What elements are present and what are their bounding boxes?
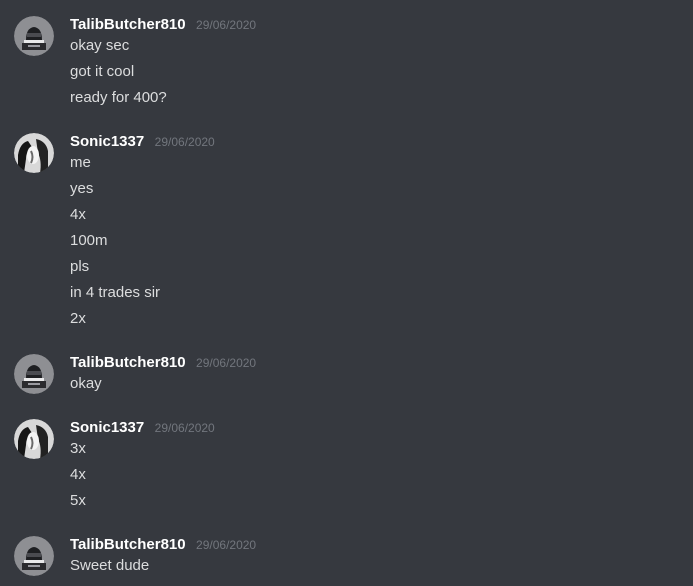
username[interactable]: TalibButcher810 (70, 16, 186, 33)
message-header: Sonic1337 29/06/2020 (70, 133, 215, 153)
message-text: 4x (70, 206, 86, 223)
user-avatar[interactable] (14, 419, 54, 459)
message-text: Sweet dude (70, 557, 150, 574)
timestamp: 29/06/2020 (196, 18, 257, 32)
message-text: 3x (70, 440, 86, 457)
username[interactable]: TalibButcher810 (70, 536, 186, 553)
message-text: pls (70, 258, 90, 275)
message-text: yes (70, 180, 94, 197)
timestamp: 29/06/2020 (196, 538, 257, 552)
message-text: 2x (70, 310, 86, 327)
message-text: in 4 trades sir (70, 284, 161, 301)
helmet-avatar-icon (14, 354, 54, 394)
helmet-avatar-icon (14, 16, 54, 56)
photo-avatar-icon (14, 419, 54, 459)
username[interactable]: Sonic1337 (70, 133, 144, 150)
message-header: TalibButcher810 29/06/2020 (70, 536, 256, 556)
message-header: TalibButcher810 29/06/2020 (70, 354, 256, 374)
username[interactable]: Sonic1337 (70, 419, 144, 436)
message-text: okay sec (70, 37, 130, 54)
timestamp: 29/06/2020 (196, 356, 257, 370)
message-text: ready for 400? (70, 89, 167, 106)
user-avatar[interactable] (14, 133, 54, 173)
photo-avatar-icon (14, 133, 54, 173)
user-avatar[interactable] (14, 16, 54, 56)
message-text: me (70, 154, 91, 171)
username[interactable]: TalibButcher810 (70, 354, 186, 371)
message-text: got it cool (70, 63, 135, 80)
timestamp: 29/06/2020 (154, 421, 215, 435)
message-text: 5x (70, 492, 86, 509)
message-header: Sonic1337 29/06/2020 (70, 419, 215, 439)
helmet-avatar-icon (14, 536, 54, 576)
user-avatar[interactable] (14, 354, 54, 394)
user-avatar[interactable] (14, 536, 54, 576)
message-text: 4x (70, 466, 86, 483)
message-text: okay (70, 375, 102, 392)
timestamp: 29/06/2020 (154, 135, 215, 149)
message-text: 100m (70, 232, 108, 249)
message-header: TalibButcher810 29/06/2020 (70, 16, 256, 36)
message-list: TalibButcher810 29/06/2020 okay sec got … (0, 0, 693, 586)
